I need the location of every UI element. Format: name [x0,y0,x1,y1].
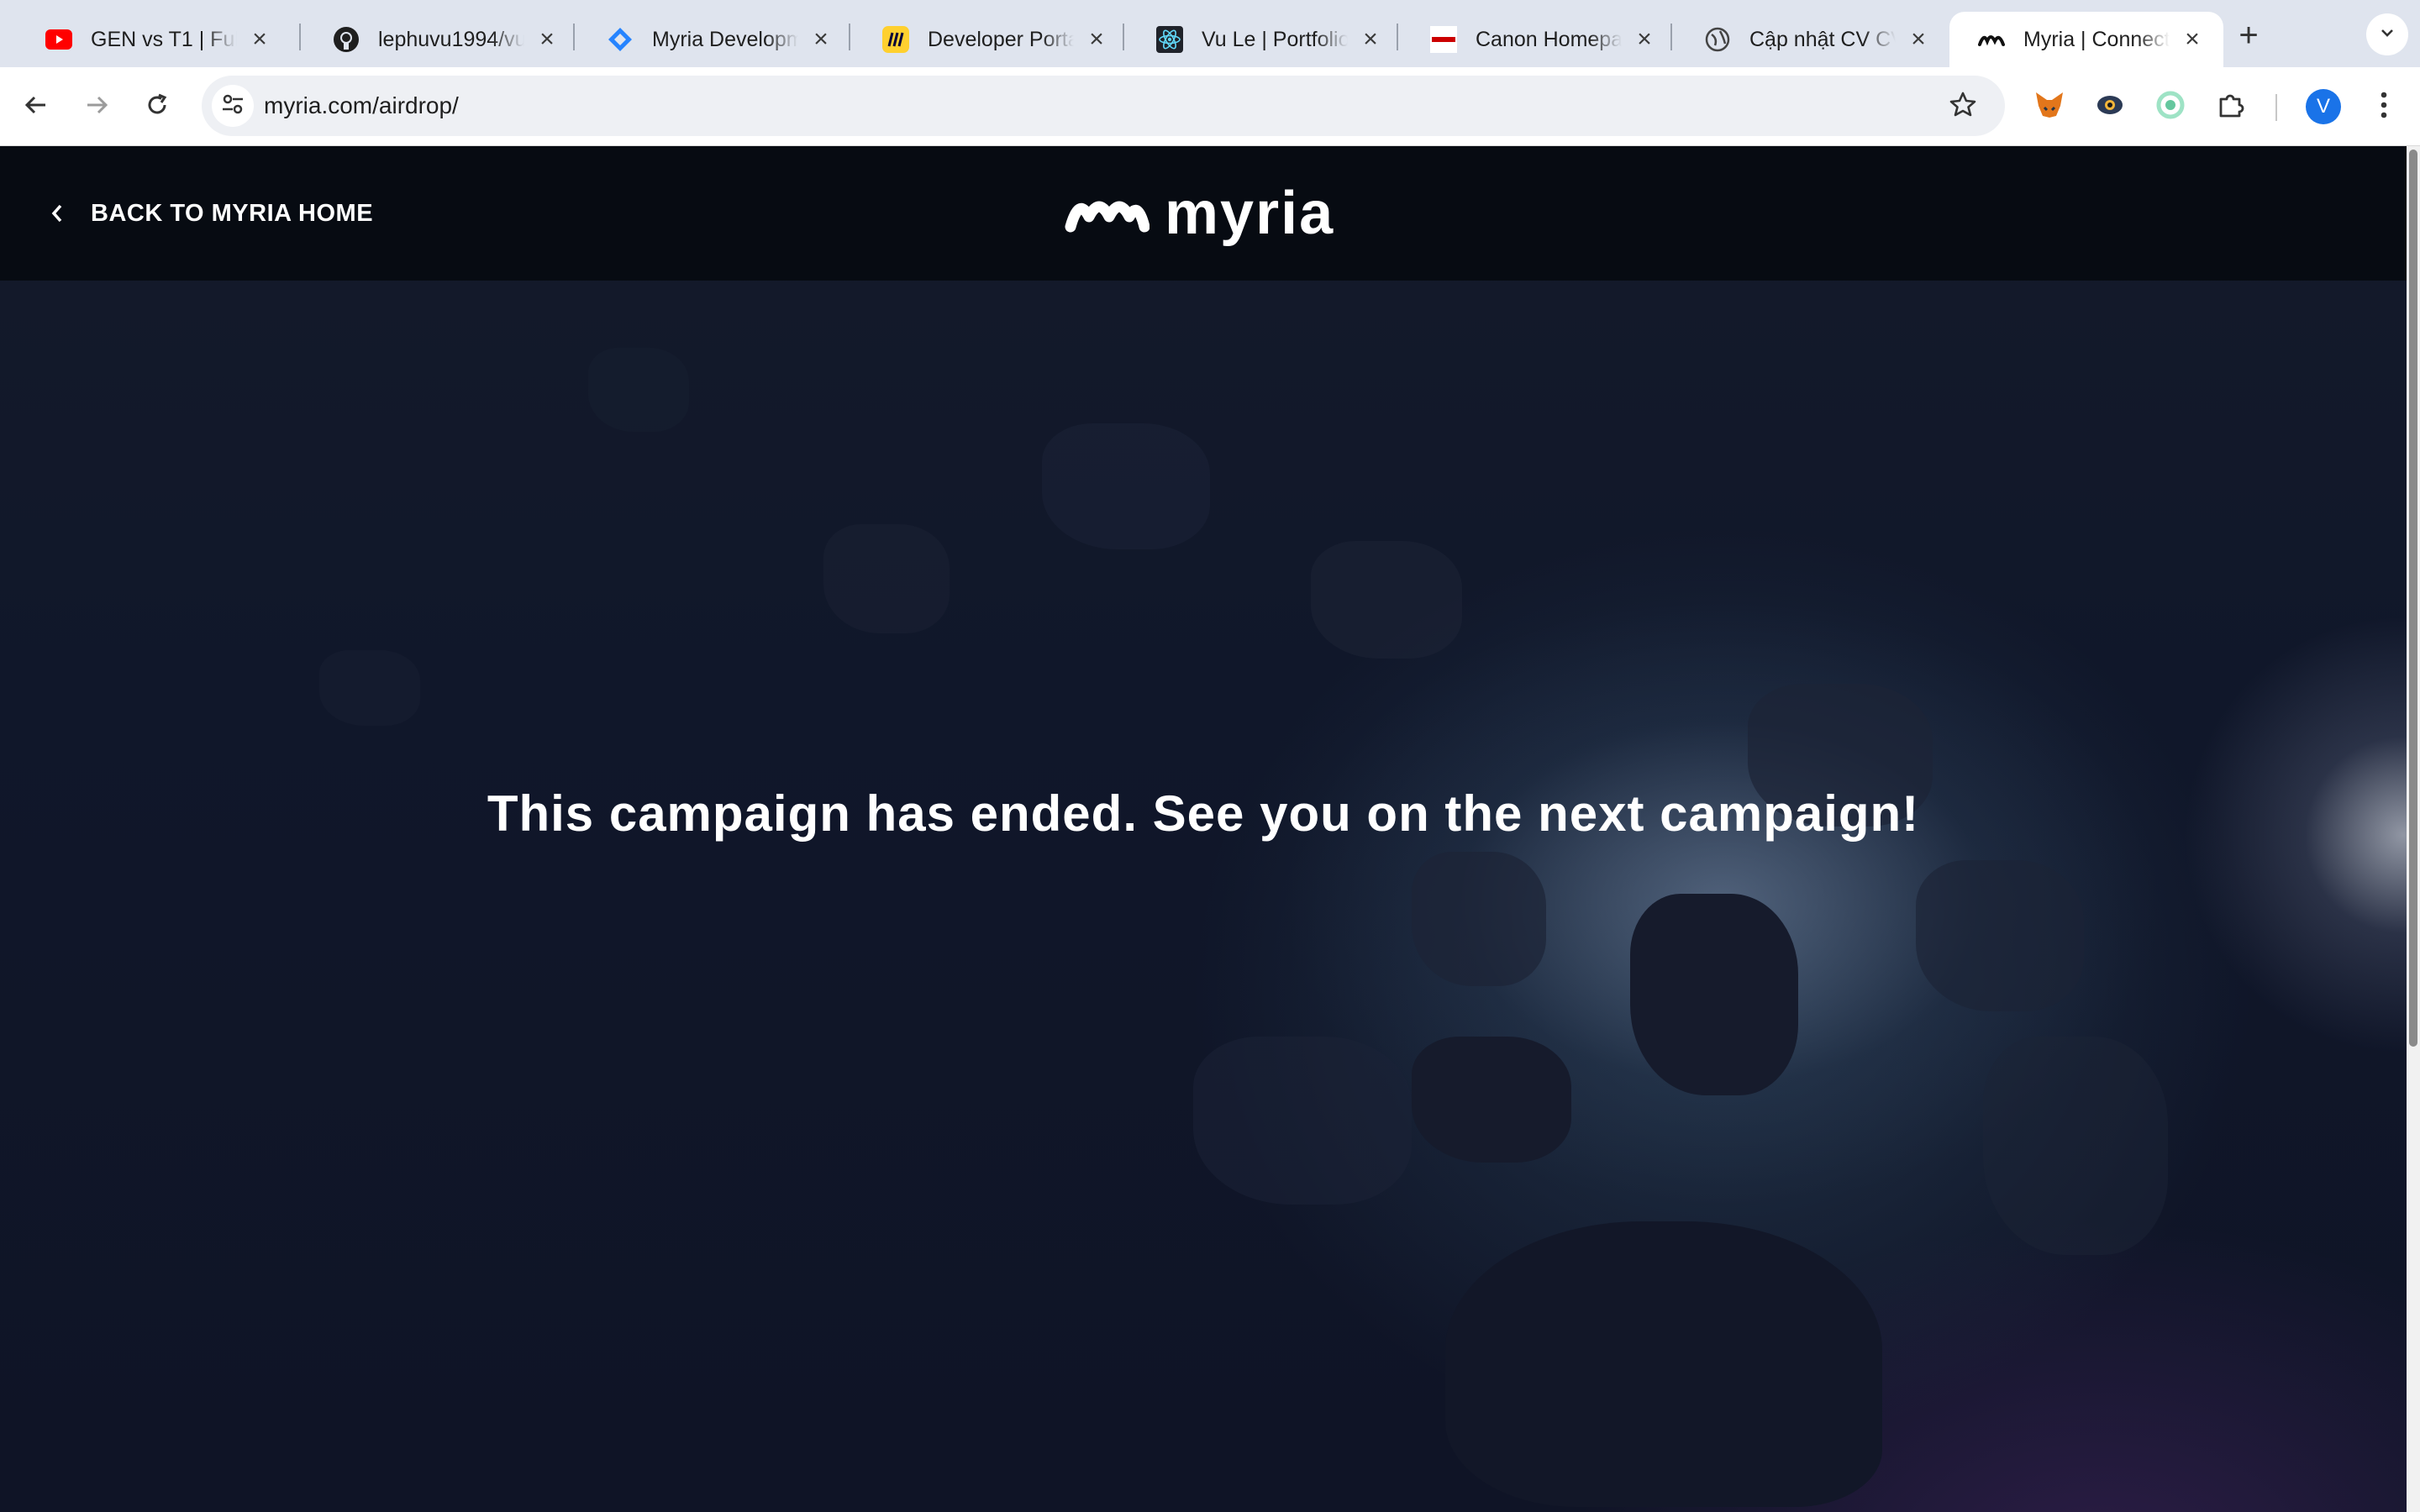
asteroid-fragment [1412,1037,1571,1163]
tab-portfolio[interactable]: Vu Le | Portfolio × [1128,12,1402,67]
asteroid-fragment [1983,1037,2168,1255]
site-header: BACK TO MYRIA HOME myria [0,146,2407,281]
close-icon[interactable]: × [1358,25,1383,53]
new-tab-button[interactable]: + [2228,15,2269,55]
tab-title: Myria | Connecti [2023,27,2170,51]
canon-icon [1430,26,1457,53]
tab-myria-active[interactable]: Myria | Connecti × [1949,12,2223,67]
tab-search-button[interactable] [2366,13,2408,55]
close-icon[interactable]: × [534,25,560,53]
bookmark-star-button[interactable] [1946,89,1980,123]
eye-icon [2096,92,2124,122]
browser-menu-button[interactable] [2363,86,2405,128]
logo-wordmark: myria [1165,180,1335,247]
page-viewport: BACK TO MYRIA HOME myria This campaign h… [0,146,2407,1512]
forward-button[interactable] [76,86,118,128]
asteroid-fragment [1311,541,1462,659]
close-icon[interactable]: × [1906,25,1931,53]
tab-github[interactable]: lephuvu1994/vu × [304,12,578,67]
tab-strip: GEN vs T1 | Full × lephuvu1994/vu × Myri… [0,0,2420,67]
kebab-menu-icon [2380,91,2388,123]
tab-title: GEN vs T1 | Full [91,27,237,51]
myria-icon [1978,26,2005,53]
tab-youtube[interactable]: GEN vs T1 | Full × [17,12,291,67]
page-scrollbar[interactable] [2407,146,2420,1512]
tab-cv[interactable]: Cập nhật CV CV × [1676,12,1949,67]
campaign-ended-message: This campaign has ended. See you on the … [487,785,1920,842]
asteroid-fragment [1193,1037,1412,1205]
jira-icon [607,26,634,53]
tab-title: Canon Homepag [1476,27,1622,51]
tab-canon[interactable]: Canon Homepag × [1402,12,1676,67]
close-icon[interactable]: × [2180,25,2205,53]
github-icon [333,26,360,53]
tab-title: lephuvu1994/vu [378,27,524,51]
tab-developer-portal[interactable]: Developer Porta × [854,12,1128,67]
tab-title: Developer Porta [928,27,1074,51]
asteroid-fragment [588,348,689,432]
back-link-label: BACK TO MYRIA HOME [91,199,374,227]
tab-jira[interactable]: Myria Developm × [578,12,852,67]
tune-icon [221,92,245,120]
asteroid-fragment [319,650,420,726]
profile-avatar[interactable]: V [2306,89,2341,124]
asteroid-fragment [1916,860,2084,1011]
fox-icon [2034,91,2065,123]
myria-logo-icon [1064,190,1150,238]
asteroid-fragment [1445,1221,1882,1507]
chevron-left-icon [49,202,72,225]
reload-button[interactable] [136,86,178,128]
extensions-button[interactable] [2210,86,2252,128]
react-icon [1156,26,1183,53]
green-extension[interactable] [2149,86,2191,128]
url-text[interactable]: myria.com/airdrop/ [264,76,459,136]
star-icon [1949,91,1976,122]
miro-icon [882,26,909,53]
arrow-right-icon [84,92,109,122]
close-icon[interactable]: × [1084,25,1109,53]
tab-title: Vu Le | Portfolio [1202,27,1348,51]
close-icon[interactable]: × [808,25,834,53]
youtube-icon [45,26,72,53]
back-to-home-link[interactable]: BACK TO MYRIA HOME [49,188,373,239]
asteroid-fragment [1042,423,1210,549]
arrow-left-icon [24,92,49,122]
tab-title: Myria Developm [652,27,798,51]
reload-icon [145,92,170,122]
browser-toolbar: myria.com/airdrop/ V [0,67,2420,146]
address-bar[interactable]: myria.com/airdrop/ [202,76,2005,136]
asteroid-fragment [823,524,950,633]
close-icon[interactable]: × [1632,25,1657,53]
scrollbar-thumb[interactable] [2409,150,2417,1047]
puzzle-icon [2217,91,2245,123]
close-icon[interactable]: × [247,25,272,53]
asteroid-fragment [1630,894,1798,1095]
chevron-down-icon [2378,24,2396,46]
tab-title: Cập nhật CV CV [1749,27,1896,51]
myria-logo[interactable]: myria [1064,183,1334,244]
ring-icon [2156,91,2185,123]
back-button[interactable] [15,86,57,128]
metamask-extension[interactable] [2028,86,2070,128]
site-info-button[interactable] [212,85,254,127]
asteroid-fragment [1412,852,1546,986]
globe-icon [1704,26,1731,53]
eye-extension[interactable] [2089,86,2131,128]
